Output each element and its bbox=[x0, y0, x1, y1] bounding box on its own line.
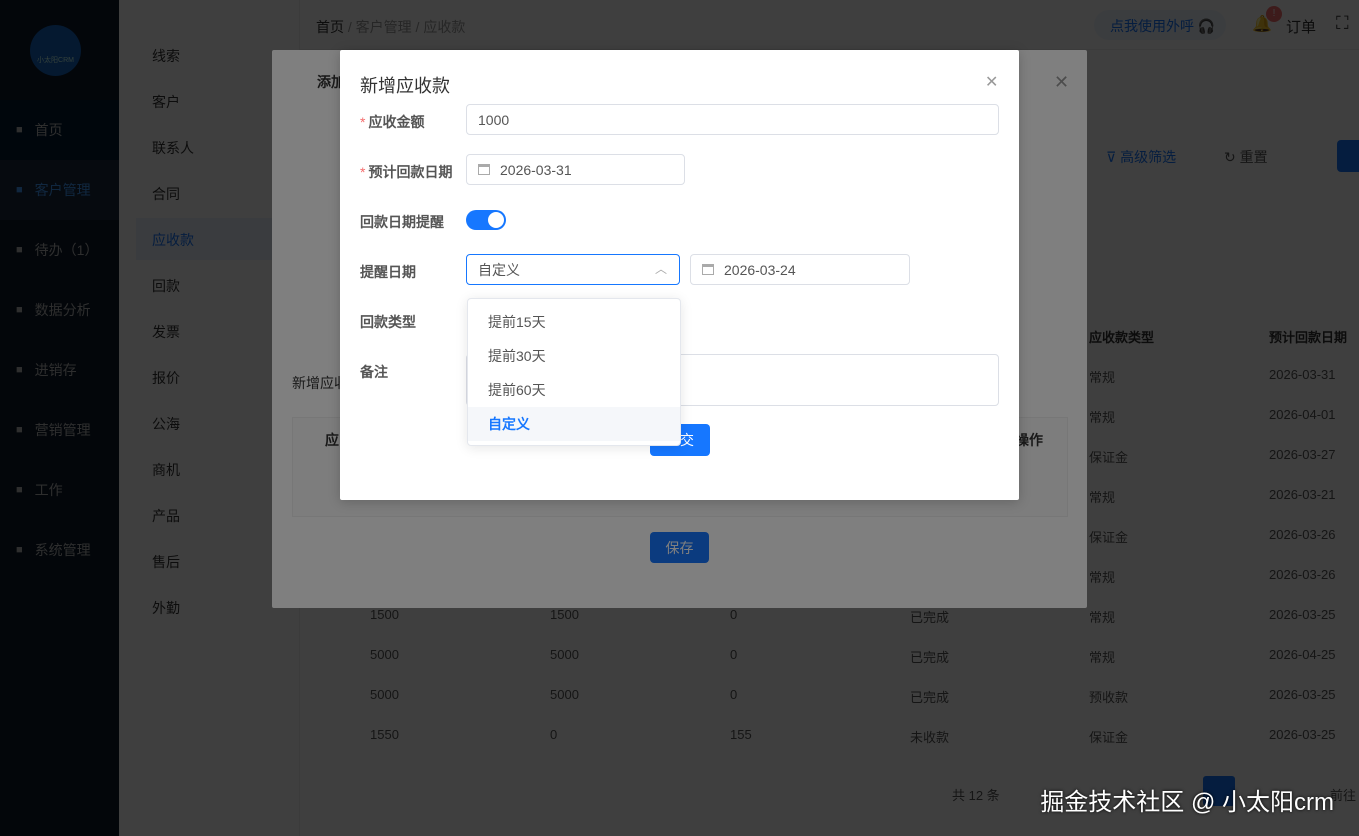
remind-dropdown: 提前15天 提前30天 提前60天 自定义 bbox=[467, 298, 681, 446]
option-15-days[interactable]: 提前15天 bbox=[468, 305, 680, 339]
type-label: 回款类型 bbox=[360, 314, 416, 330]
amount-input[interactable]: 1000 bbox=[466, 104, 999, 135]
amount-label: * 应收金额 bbox=[360, 114, 425, 130]
watermark: 掘金技术社区 @ 小太阳crm bbox=[1040, 789, 1334, 816]
calendar-icon bbox=[478, 164, 490, 175]
remind-date-label: 提醒日期 bbox=[360, 264, 416, 280]
remind-date-picker[interactable]: 2026-03-24 bbox=[690, 254, 910, 285]
remark-label: 备注 bbox=[360, 364, 388, 380]
remind-toggle[interactable] bbox=[466, 210, 506, 230]
chevron-up-icon: ︿ bbox=[654, 262, 667, 276]
close-icon[interactable]: ✕ bbox=[985, 72, 998, 92]
calendar-icon bbox=[702, 264, 714, 275]
modal-title: 新增应收款 bbox=[360, 76, 450, 96]
due-date-label: * 预计回款日期 bbox=[360, 164, 453, 180]
remind-label: 回款日期提醒 bbox=[360, 214, 444, 230]
remind-select[interactable]: 自定义 ︿ bbox=[466, 254, 680, 285]
due-date-picker[interactable]: 2026-03-31 bbox=[466, 154, 685, 185]
option-custom[interactable]: 自定义 bbox=[468, 407, 680, 441]
option-60-days[interactable]: 提前60天 bbox=[468, 373, 680, 407]
option-30-days[interactable]: 提前30天 bbox=[468, 339, 680, 373]
